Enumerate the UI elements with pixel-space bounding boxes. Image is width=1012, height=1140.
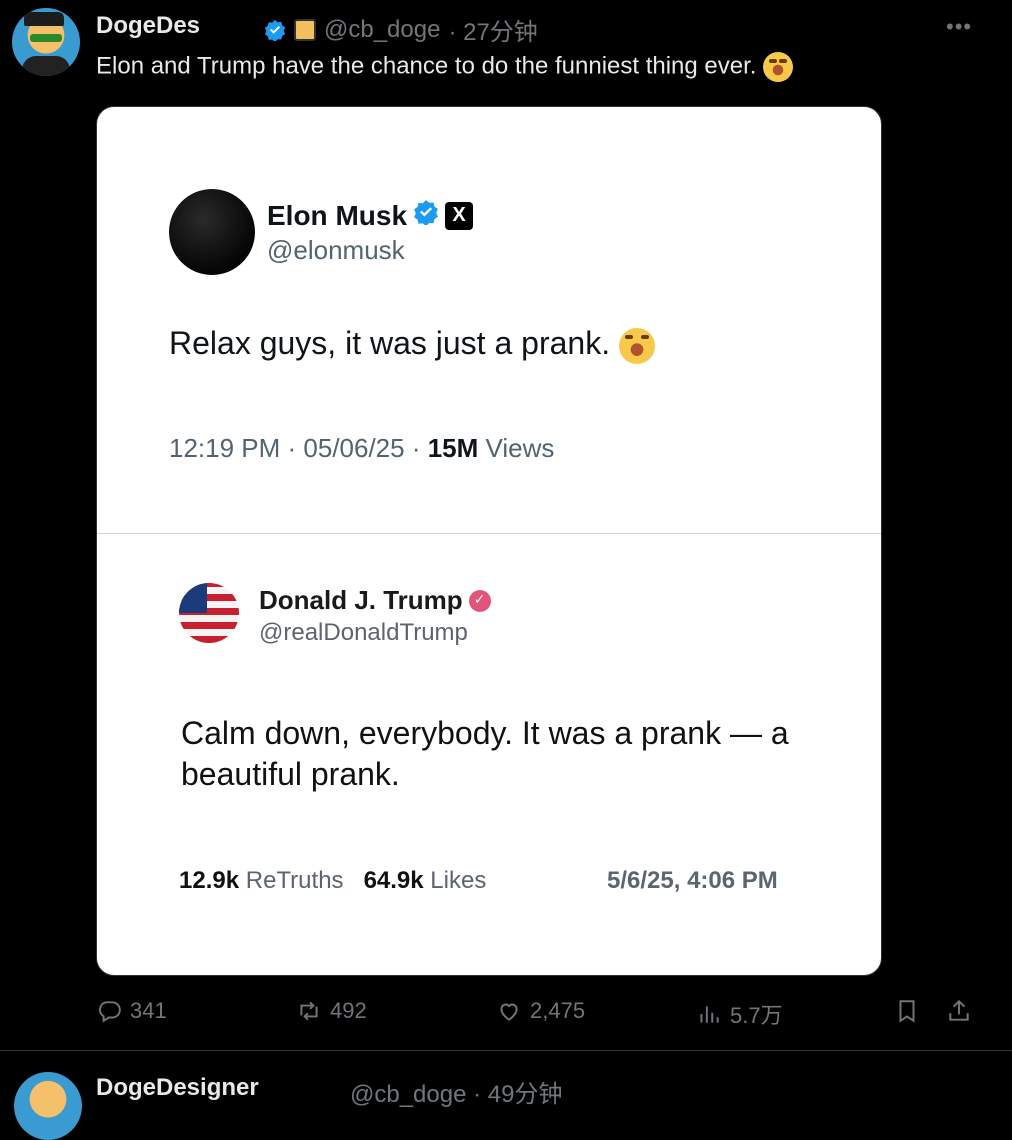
musk-views-label: Views xyxy=(485,433,555,463)
musk-views-count: 15M xyxy=(427,433,479,463)
musk-name-row: Elon Musk X xyxy=(267,199,474,232)
repost-count: 492 xyxy=(330,998,367,1023)
more-options-icon[interactable]: ••• xyxy=(946,14,972,40)
views-chart-icon xyxy=(700,1006,719,1023)
trump-handle: @realDonaldTrump xyxy=(259,619,468,646)
views-count: 5.7万 xyxy=(730,1003,783,1028)
musk-text: Relax guys, it was just a prank. xyxy=(169,325,655,364)
trump-date: 5/6/25, 4:06 PM xyxy=(607,867,778,894)
next-author-meta[interactable]: @cb_doge · 49分钟 xyxy=(350,1074,562,1109)
musk-text-content: Relax guys, it was just a prank. xyxy=(169,325,611,361)
author-name-text: DogeDes xyxy=(96,12,201,39)
trump-name-row: Donald J. Trump xyxy=(259,585,491,616)
x-logo-icon: X xyxy=(445,201,474,230)
action-bar: 341 492 2,475 5.7万 xyxy=(96,998,976,1032)
next-author-avatar[interactable] xyxy=(14,1072,82,1140)
heart-icon xyxy=(500,1003,518,1021)
attached-image[interactable]: Elon Musk X @elonmusk Relax guys, it was… xyxy=(96,106,882,976)
post-separator xyxy=(0,1050,1012,1051)
author-handle[interactable]: @cb_doge xyxy=(324,16,440,44)
truth-verified-icon xyxy=(468,589,491,612)
repost-button[interactable]: 492 xyxy=(296,998,367,1024)
author-avatar[interactable] xyxy=(12,8,80,76)
likes-count: 64.9k xyxy=(363,867,424,894)
like-button[interactable]: 2,475 xyxy=(496,998,585,1024)
trump-stats: 12.9k ReTruths 64.9k Likes xyxy=(179,867,486,895)
musk-name: Elon Musk xyxy=(267,199,408,231)
bookmark-icon xyxy=(899,1000,915,1023)
retruths-label: ReTruths xyxy=(245,867,344,894)
musk-verified-icon xyxy=(413,199,439,232)
next-author-name[interactable]: DogeDesigner xyxy=(96,1074,259,1102)
post-time[interactable]: · 27分钟 xyxy=(448,12,537,47)
author-name[interactable]: DogeDes xyxy=(96,12,200,40)
reply-icon xyxy=(99,1001,121,1023)
share-icon xyxy=(949,999,969,1021)
verified-icon xyxy=(264,19,286,42)
like-count: 2,475 xyxy=(530,998,586,1023)
musk-meta: 12:19 PM · 05/06/25 · 15M Views xyxy=(169,433,554,464)
views-button[interactable]: 5.7万 xyxy=(696,998,783,1030)
laughing-emoji-icon xyxy=(618,327,655,364)
post-text-content: Elon and Trump have the chance to do the… xyxy=(96,52,757,80)
trump-avatar xyxy=(179,583,239,643)
trump-text: Calm down, everybody. It was a prank — a… xyxy=(181,715,789,792)
repost-icon xyxy=(300,1001,318,1021)
author-meta: @cb_doge · 27分钟 xyxy=(264,12,538,47)
bookmark-button[interactable] xyxy=(894,998,920,1024)
affiliate-badge-icon xyxy=(294,18,316,41)
retruths-count: 12.9k xyxy=(179,867,240,894)
card-divider xyxy=(97,533,881,534)
musk-time: 12:19 PM · 05/06/25 · xyxy=(169,433,421,463)
likes-label: Likes xyxy=(430,867,487,894)
post-text: Elon and Trump have the chance to do the… xyxy=(96,52,794,82)
share-button[interactable] xyxy=(946,998,972,1024)
musk-avatar xyxy=(169,189,255,275)
laughing-emoji-icon xyxy=(763,52,794,82)
musk-handle: @elonmusk xyxy=(267,235,405,265)
reply-count: 341 xyxy=(130,998,167,1023)
reply-button[interactable]: 341 xyxy=(96,998,167,1024)
trump-name: Donald J. Trump xyxy=(259,585,463,615)
